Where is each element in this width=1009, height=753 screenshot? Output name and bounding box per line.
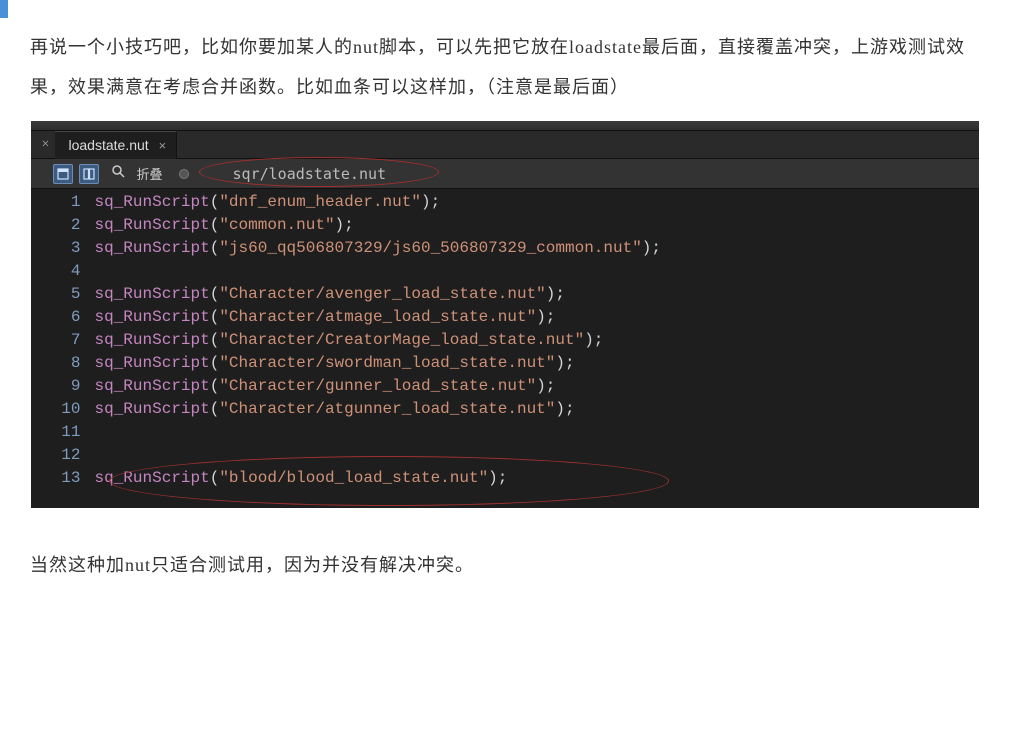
line-number: 4 xyxy=(31,260,81,283)
code-line: sq_RunScript("Character/gunner_load_stat… xyxy=(95,375,979,398)
code-line: sq_RunScript("blood/blood_load_state.nut… xyxy=(95,467,979,490)
code-line xyxy=(95,444,979,467)
toolbar-button-1[interactable] xyxy=(53,164,73,184)
code-line: sq_RunScript("Character/swordman_load_st… xyxy=(95,352,979,375)
code-lines[interactable]: sq_RunScript("dnf_enum_header.nut");sq_R… xyxy=(95,191,979,490)
line-gutter: 12345678910111213 xyxy=(31,191,95,490)
paragraph-top: 再说一个小技巧吧，比如你要加某人的nut脚本，可以先把它放在loadstate最… xyxy=(30,28,979,107)
close-tab-icon[interactable]: × xyxy=(159,138,167,153)
file-tab-label: loadstate.nut xyxy=(69,137,149,153)
code-line: sq_RunScript("Character/CreatorMage_load… xyxy=(95,329,979,352)
line-number: 5 xyxy=(31,283,81,306)
line-number: 3 xyxy=(31,237,81,260)
code-line: sq_RunScript("Character/avenger_load_sta… xyxy=(95,283,979,306)
line-number: 6 xyxy=(31,306,81,329)
editor-toolbar: 折叠 sqr/loadstate.nut xyxy=(31,159,979,189)
file-path-text: sqr/loadstate.nut xyxy=(233,165,387,183)
status-dot xyxy=(179,169,189,179)
line-number: 9 xyxy=(31,375,81,398)
line-number: 10 xyxy=(31,398,81,421)
line-number: 1 xyxy=(31,191,81,214)
code-line xyxy=(95,421,979,444)
line-number: 8 xyxy=(31,352,81,375)
line-number: 11 xyxy=(31,421,81,444)
editor-title-strip xyxy=(31,121,979,131)
fold-button[interactable]: 折叠 xyxy=(137,164,163,183)
line-number: 13 xyxy=(31,467,81,490)
line-number: 12 xyxy=(31,444,81,467)
code-line: sq_RunScript("Character/atgunner_load_st… xyxy=(95,398,979,421)
file-tab[interactable]: loadstate.nut × xyxy=(55,131,178,159)
accent-bar xyxy=(0,0,8,18)
paragraph-bottom: 当然这种加nut只适合测试用，因为并没有解决冲突。 xyxy=(30,546,979,586)
code-line xyxy=(95,260,979,283)
file-path: sqr/loadstate.nut xyxy=(217,163,403,185)
code-line: sq_RunScript("dnf_enum_header.nut"); xyxy=(95,191,979,214)
toolbar-button-2[interactable] xyxy=(79,164,99,184)
code-line: sq_RunScript("common.nut"); xyxy=(95,214,979,237)
search-icon[interactable] xyxy=(111,164,125,183)
code-editor: × loadstate.nut × 折叠 sqr/loadstate.nut xyxy=(31,121,979,508)
line-number: 2 xyxy=(31,214,81,237)
close-panel-icon[interactable]: × xyxy=(37,137,55,153)
code-line: sq_RunScript("js60_qq506807329/js60_5068… xyxy=(95,237,979,260)
code-line: sq_RunScript("Character/atmage_load_stat… xyxy=(95,306,979,329)
line-number: 7 xyxy=(31,329,81,352)
editor-tabbar: × loadstate.nut × xyxy=(31,131,979,159)
code-area: 12345678910111213 sq_RunScript("dnf_enum… xyxy=(31,189,979,490)
